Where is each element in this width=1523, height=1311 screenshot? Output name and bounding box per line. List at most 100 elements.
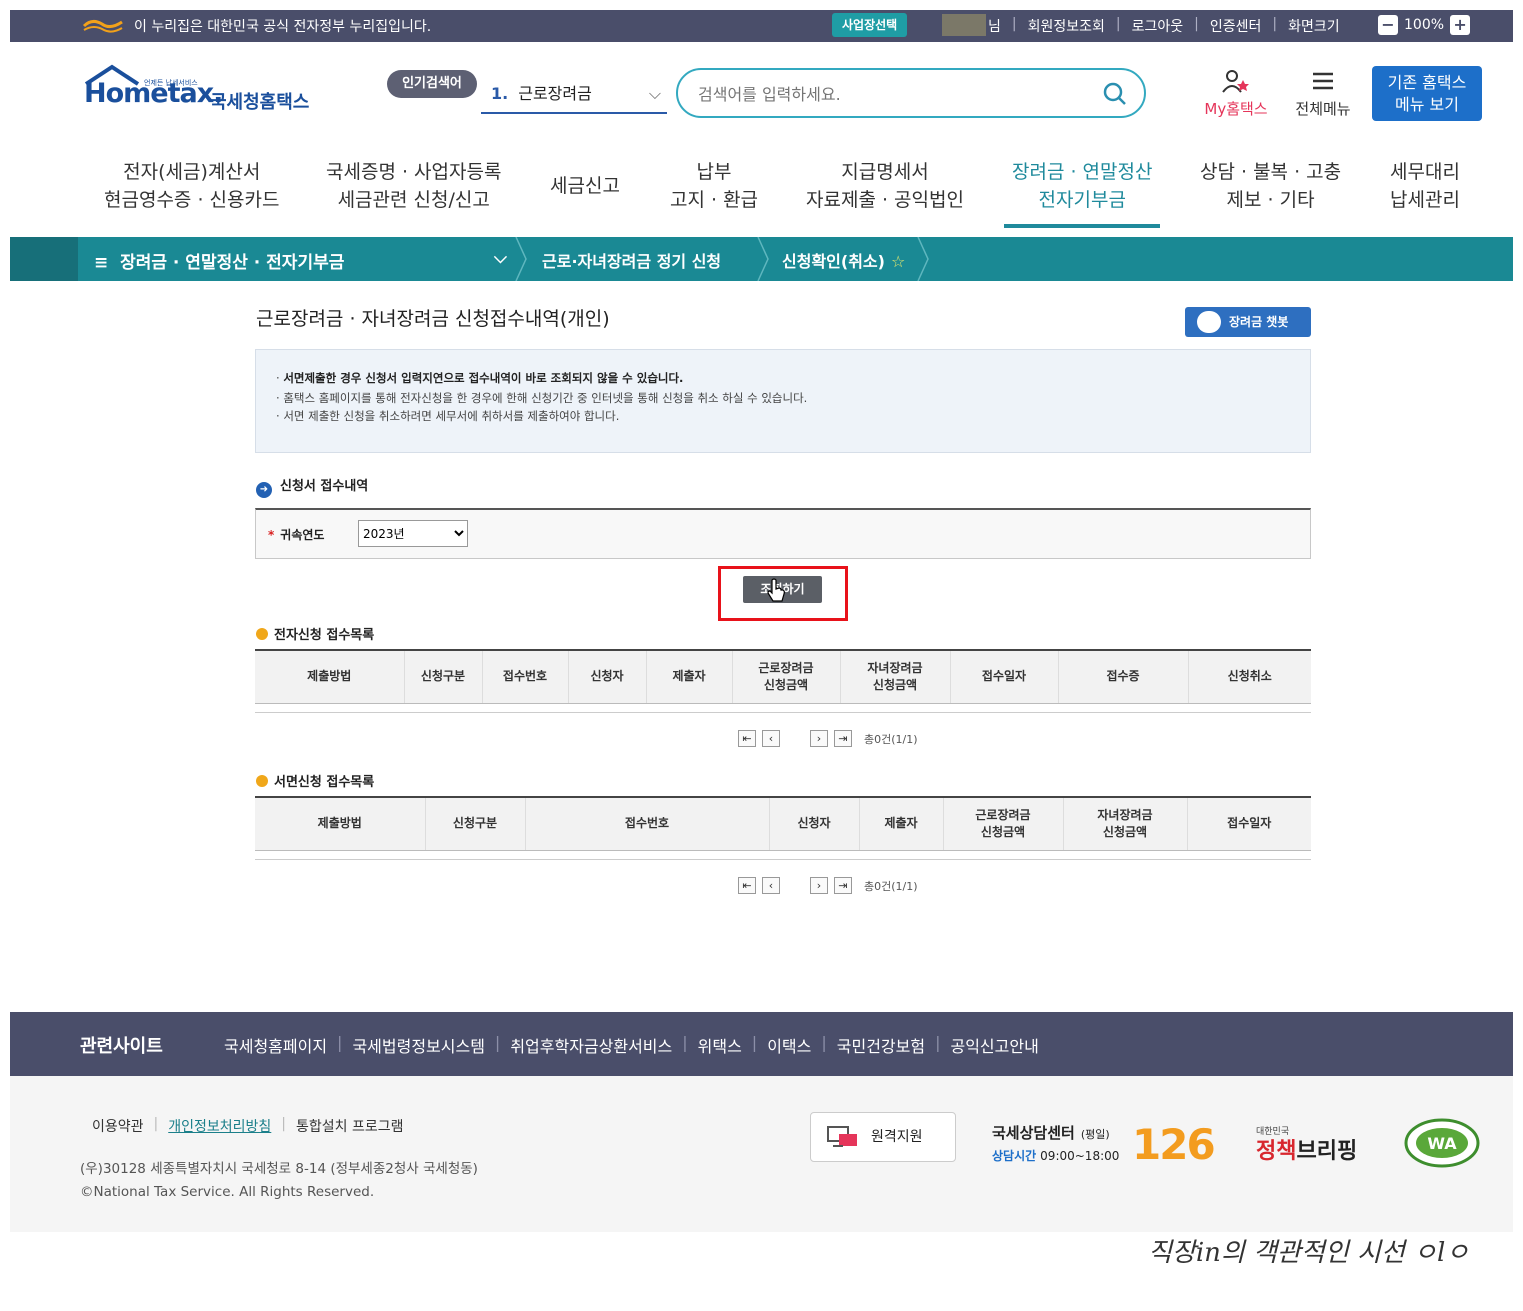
logout-link[interactable]: 로그아웃 bbox=[1121, 16, 1195, 36]
col-receipt-no[interactable]: 접수번호 bbox=[524, 796, 769, 851]
table-header-row: 제출방법 신청구분 접수번호 신청자 제출자 근로장려금 신청금액 자녀장려금 … bbox=[255, 649, 1311, 704]
nav-incentive[interactable]: 장려금 · 연말정산 전자기부금 bbox=[1003, 158, 1161, 228]
col-submitter[interactable]: 제출자 bbox=[645, 649, 732, 704]
first-page-icon[interactable]: ⇤ bbox=[738, 877, 756, 894]
nav-tax-return[interactable]: 세금신고 bbox=[550, 172, 620, 200]
logo-word: Hometax. bbox=[84, 78, 223, 109]
paper-list-title: 서면신청 접수목록 bbox=[256, 771, 374, 790]
breadcrumb-separator-icon bbox=[757, 237, 769, 281]
cert-center-link[interactable]: 인증센터 bbox=[1199, 16, 1273, 36]
col-type[interactable]: 신청구분 bbox=[403, 649, 482, 704]
col-applicant[interactable]: 신청자 bbox=[567, 649, 646, 704]
related-link-etax[interactable]: 이택스 bbox=[757, 1033, 821, 1057]
table-header-row: 제출방법 신청구분 접수번호 신청자 제출자 근로장려금 신청금액 자녀장려금 … bbox=[255, 796, 1311, 851]
col-type[interactable]: 신청구분 bbox=[424, 796, 525, 851]
redacted-username bbox=[942, 14, 986, 36]
breadcrumb-current[interactable]: 신청확인(취소) ☆ bbox=[782, 248, 905, 272]
related-link-report[interactable]: 공익신고안내 bbox=[940, 1033, 1048, 1057]
related-link-wetax[interactable]: 위택스 bbox=[688, 1033, 752, 1057]
search-box bbox=[676, 68, 1146, 118]
nav-etax-invoice[interactable]: 전자(세금)계산서 현금영수증 · 신용카드 bbox=[104, 158, 279, 214]
chevron-down-icon: ⌵ bbox=[494, 248, 507, 268]
breadcrumb-category[interactable]: ≡ 장려금 · 연말정산 · 전자기부금 ⌵ bbox=[94, 248, 507, 273]
related-sites-bar: 관련사이트 국세청홈페이지 | 국세법령정보시스템 | 취업후학자금상환서비스 | 위… bbox=[10, 1012, 1513, 1076]
gov-notice-text: 이 누리집은 대한민국 공식 전자정부 누리집입니다. bbox=[134, 19, 432, 35]
paper-table: 제출방법 신청구분 접수번호 신청자 제출자 근로장려금 신청금액 자녀장려금 … bbox=[255, 796, 1311, 851]
privacy-link[interactable]: 개인정보처리방침 bbox=[158, 1116, 281, 1136]
screen-size-label: 화면크기 bbox=[1288, 19, 1340, 35]
all-menu-button[interactable]: 전체메뉴 bbox=[1288, 68, 1358, 119]
remote-support-label: 원격지원 bbox=[871, 1129, 923, 1145]
first-page-icon[interactable]: ⇤ bbox=[738, 730, 756, 747]
gov-links: 님 | 회원정보조회 | 로그아웃 | 인증센터 | 화면크기 bbox=[988, 16, 1351, 36]
bullet-icon bbox=[256, 628, 268, 640]
col-applicant[interactable]: 신청자 bbox=[768, 796, 859, 851]
chatbot-button[interactable]: 장려금 챗봇 bbox=[1185, 307, 1311, 337]
nav-tax-agent[interactable]: 세무대리 납세관리 bbox=[1390, 158, 1460, 214]
breadcrumb-separator-icon bbox=[917, 237, 929, 281]
next-page-icon[interactable]: › bbox=[810, 730, 828, 747]
prev-page-icon[interactable]: ‹ bbox=[762, 877, 780, 894]
related-link-law[interactable]: 국세법령정보시스템 bbox=[342, 1033, 494, 1057]
prev-page-icon[interactable]: ‹ bbox=[762, 730, 780, 747]
remote-support-button[interactable]: 원격지원 bbox=[810, 1112, 956, 1162]
zoom-out-button[interactable]: − bbox=[1378, 15, 1398, 35]
col-work-amount[interactable]: 근로장려금 신청금액 bbox=[731, 649, 840, 704]
chatbot-label: 장려금 챗봇 bbox=[1229, 315, 1289, 329]
next-page-icon[interactable]: › bbox=[810, 877, 828, 894]
my-hometax-button[interactable]: My홈택스 bbox=[1196, 68, 1276, 119]
user-suffix: 님 bbox=[988, 19, 1001, 35]
col-method[interactable]: 제출방법 bbox=[255, 796, 425, 851]
related-link-nhis[interactable]: 국민건강보험 bbox=[827, 1033, 935, 1057]
nav-payment-statement[interactable]: 지급명세서 자료제출 · 공익법인 bbox=[806, 158, 964, 214]
zoom-control: − 100% + bbox=[1378, 15, 1471, 35]
last-page-icon[interactable]: ⇥ bbox=[834, 877, 852, 894]
related-sites-links: 국세청홈페이지 | 국세법령정보시스템 | 취업후학자금상환서비스 | 위택스 | 이택… bbox=[214, 1033, 1049, 1057]
member-info-link[interactable]: 회원정보조회 bbox=[1017, 16, 1116, 36]
breadcrumb-program[interactable]: 근로·자녀장려금 정기 신청 bbox=[542, 248, 721, 272]
col-submitter[interactable]: 제출자 bbox=[858, 796, 943, 851]
last-page-icon[interactable]: ⇥ bbox=[834, 730, 852, 747]
electronic-list-title: 전자신청 접수목록 bbox=[256, 624, 374, 643]
terms-link[interactable]: 이용약관 bbox=[82, 1116, 154, 1136]
favorite-star-icon[interactable]: ☆ bbox=[891, 252, 905, 271]
col-child-amount[interactable]: 자녀장려금 신청금액 bbox=[839, 649, 950, 704]
notice-3: 서면 제출한 신청을 취소하려면 세무서에 취하서를 제출하여야 합니다. bbox=[283, 409, 620, 423]
col-receipt-date[interactable]: 접수일자 bbox=[1186, 796, 1311, 851]
footer-address: (우)30128 세종특별자치시 국세청로 8-14 (정부세종2청사 국세청동… bbox=[80, 1158, 478, 1204]
nav-certificate[interactable]: 국세증명 · 사업자등록 세금관련 신청/신고 bbox=[326, 158, 501, 214]
chatbot-icon bbox=[1197, 311, 1221, 333]
electronic-pager: ⇤ ‹ › ⇥ 총0건(1/1) bbox=[738, 730, 918, 747]
wa-certification-icon: WA bbox=[1404, 1118, 1480, 1168]
all-menu-label: 전체메뉴 bbox=[1295, 100, 1351, 118]
business-select-button[interactable]: 사업장선택 bbox=[832, 13, 908, 37]
nav-payment[interactable]: 납부 고지 · 환급 bbox=[670, 158, 758, 214]
zoom-in-button[interactable]: + bbox=[1450, 15, 1471, 35]
col-child-amount[interactable]: 자녀장려금 신청금액 bbox=[1062, 796, 1187, 851]
breadcrumb: ≡ 장려금 · 연말정산 · 전자기부금 ⌵ 근로·자녀장려금 정기 신청 신청… bbox=[10, 237, 1513, 281]
search-input[interactable] bbox=[698, 82, 1078, 106]
address-text: (우)30128 세종특별자치시 국세청로 8-14 (정부세종2청사 국세청동… bbox=[80, 1161, 478, 1177]
search-icon[interactable] bbox=[1102, 81, 1128, 107]
col-work-amount[interactable]: 근로장려금 신청금액 bbox=[942, 796, 1063, 851]
footer-links: 이용약관 | 개인정보처리방침 | 통합설치 프로그램 bbox=[82, 1116, 414, 1136]
col-receipt-no[interactable]: 접수번호 bbox=[481, 649, 568, 704]
col-method[interactable]: 제출방법 bbox=[255, 649, 404, 704]
policy-briefing-logo[interactable]: 대한민국 정책브리핑 bbox=[1256, 1124, 1357, 1165]
old-menu-line1: 기존 홈택스 bbox=[1387, 73, 1467, 92]
install-link[interactable]: 통합설치 프로그램 bbox=[286, 1116, 414, 1136]
col-receipt-cert[interactable]: 접수증 bbox=[1057, 649, 1188, 704]
nav-consult[interactable]: 상담 · 불복 · 고충 제보 · 기타 bbox=[1200, 158, 1341, 214]
related-link-student-loan[interactable]: 취업후학자금상환서비스 bbox=[500, 1033, 682, 1057]
paper-pager: ⇤ ‹ › ⇥ 총0건(1/1) bbox=[738, 877, 918, 894]
hometax-logo[interactable]: 언제든 납세서비스 Hometax. 국세청홈택스 bbox=[80, 64, 320, 124]
popular-search-label: 인기검색어 bbox=[387, 70, 477, 98]
popular-search-select[interactable]: 1. 근로장려금 ⌵ bbox=[481, 78, 667, 114]
egov-logo-icon bbox=[82, 19, 123, 33]
related-link-nts[interactable]: 국세청홈페이지 bbox=[214, 1033, 337, 1057]
menu-icon: ≡ bbox=[94, 253, 109, 273]
col-cancel[interactable]: 신청취소 bbox=[1187, 649, 1311, 704]
col-receipt-date[interactable]: 접수일자 bbox=[949, 649, 1058, 704]
year-select[interactable]: 2023년 bbox=[358, 520, 468, 547]
old-menu-button[interactable]: 기존 홈택스 메뉴 보기 bbox=[1372, 66, 1482, 121]
